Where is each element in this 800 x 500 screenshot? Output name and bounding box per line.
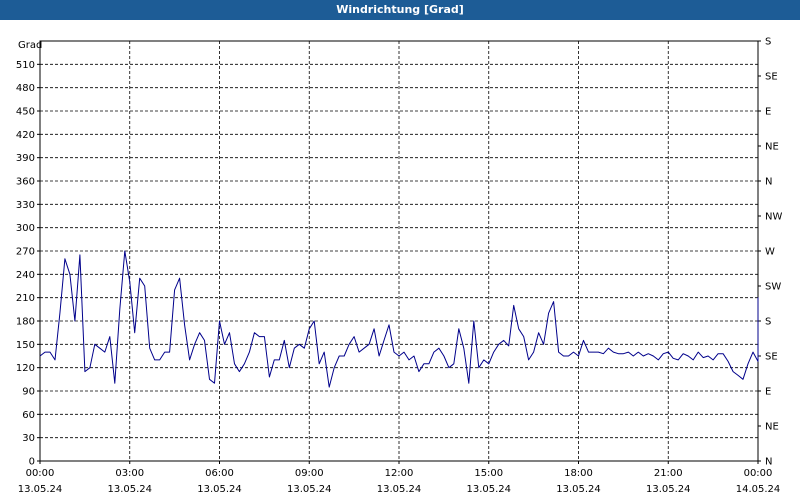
right-tick-label: E	[765, 387, 771, 398]
y-tick-label: 420	[16, 130, 35, 141]
right-tick-label: NW	[765, 212, 782, 223]
y-tick-label: 120	[16, 363, 35, 374]
x-tick-time: 00:00	[744, 468, 773, 479]
x-tick-date: 13.05.24	[18, 484, 63, 495]
y-tick-label: 510	[16, 60, 35, 71]
right-tick-label: NE	[765, 422, 779, 433]
x-tick-time: 15:00	[474, 468, 503, 479]
right-tick-label: NE	[765, 142, 779, 153]
y-tick-label: 450	[16, 107, 35, 118]
right-tick-label: SW	[765, 282, 781, 293]
y-tick-label: 90	[22, 387, 35, 398]
x-tick-time: 21:00	[654, 468, 683, 479]
y-tick-label: 480	[16, 83, 35, 94]
x-tick-time: 12:00	[385, 468, 414, 479]
y-tick-label: 360	[16, 177, 35, 188]
right-tick-label: SE	[765, 352, 778, 363]
y-tick-label: 300	[16, 223, 35, 234]
y-axis-left: 0 30 60 90 120 150 180 210 240 270 300 330 360 390 420…	[16, 60, 40, 468]
y-tick-label: 390	[16, 153, 35, 164]
x-tick-time: 03:00	[115, 468, 144, 479]
y-tick-label: 210	[16, 293, 35, 304]
wind-direction-chart: 0 30 60 90 120 150 180 210 240 270 300 330 360 390 420…	[16, 37, 783, 496]
y-tick-label: 240	[16, 270, 35, 281]
x-tick-date: 13.05.24	[466, 484, 511, 495]
x-tick-date: 13.05.24	[646, 484, 691, 495]
x-tick-time: 06:00	[205, 468, 234, 479]
y-tick-label: 270	[16, 247, 35, 258]
y-tick-label: 30	[22, 433, 35, 444]
x-tick-date: 13.05.24	[556, 484, 601, 495]
y-tick-label: 330	[16, 200, 35, 211]
y-tick-label: 0	[29, 457, 35, 468]
x-tick-date: 14.05.24	[736, 484, 781, 495]
x-tick-date: 13.05.24	[197, 484, 242, 495]
x-tick-time: 00:00	[26, 468, 55, 479]
x-tick-date: 13.05.24	[107, 484, 152, 495]
grid	[40, 41, 758, 461]
right-tick-label: SE	[765, 72, 778, 83]
right-tick-label: S	[765, 317, 771, 328]
chart-title: Windrichtung [Grad]	[0, 0, 800, 20]
y-tick-label: 180	[16, 317, 35, 328]
x-tick-time: 09:00	[295, 468, 324, 479]
right-tick-label: E	[765, 107, 771, 118]
right-tick-label: N	[765, 177, 772, 188]
y-tick-label: 150	[16, 340, 35, 351]
y-tick-label: 60	[22, 410, 35, 421]
x-axis: 00:00 13.05.24 03:00 13.05.24 06:00 13.05.24 0…	[18, 461, 781, 495]
y-axis-right: N NE E SE S SW W NW N NE E SE S	[758, 37, 782, 468]
x-tick-date: 13.05.24	[287, 484, 332, 495]
x-tick-date: 13.05.24	[377, 484, 422, 495]
right-tick-label: N	[765, 457, 772, 468]
y-axis-label: Grad	[18, 40, 42, 51]
right-tick-label: S	[765, 37, 771, 48]
right-tick-label: W	[765, 247, 775, 258]
x-tick-time: 18:00	[564, 468, 593, 479]
